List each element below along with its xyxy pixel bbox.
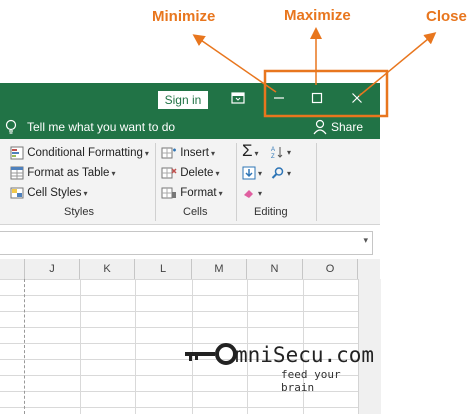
fill-button[interactable]: ▾	[242, 165, 262, 182]
chevron-down-icon: ▾	[218, 189, 223, 198]
cell-styles-button[interactable]: Cell Styles ▾	[10, 185, 88, 202]
format-label: Format	[180, 187, 217, 199]
chevron-down-icon: ▾	[258, 169, 263, 178]
chevron-down-icon: ▾	[144, 149, 149, 158]
formula-input[interactable]: ▾	[0, 231, 373, 255]
close-annotation: Close	[426, 8, 467, 25]
insert-button[interactable]: Insert ▾	[161, 145, 215, 162]
minimize-icon	[274, 97, 284, 99]
column-header[interactable]: L	[135, 259, 192, 279]
maximize-icon	[311, 92, 323, 104]
sigma-icon: Σ	[242, 141, 253, 160]
page-break-line	[24, 279, 25, 414]
find-select-button[interactable]: ▾	[271, 165, 291, 182]
close-button[interactable]	[345, 88, 369, 110]
delete-label: Delete	[180, 167, 214, 179]
column-line	[80, 279, 81, 414]
group-divider	[316, 143, 317, 221]
conditional-formatting-button[interactable]: Conditional Formatting ▾	[10, 145, 149, 162]
sign-in-button[interactable]: Sign in	[158, 91, 208, 109]
column-header[interactable]: M	[192, 259, 247, 279]
format-button[interactable]: Format ▾	[161, 185, 223, 202]
delete-button[interactable]: Delete ▾	[161, 165, 219, 182]
group-divider	[155, 143, 156, 221]
format-as-table-icon	[10, 166, 24, 180]
svg-text:A: A	[271, 147, 275, 153]
tell-me-bar: Tell me what you want to do Share	[0, 115, 380, 139]
sort-filter-button[interactable]: A Z ▾	[271, 144, 291, 161]
logo-text: mniSecu.com	[235, 343, 375, 367]
maximize-annotation: Maximize	[284, 7, 351, 24]
chevron-down-icon: ▾	[287, 169, 292, 178]
title-bar: Sign in	[0, 83, 380, 115]
ribbon-display-options-icon[interactable]	[226, 88, 250, 110]
format-as-table-button[interactable]: Format as Table ▾	[10, 165, 115, 182]
styles-group-label: Styles	[64, 206, 94, 218]
formula-bar-area: ▾	[0, 225, 380, 259]
fill-down-icon	[242, 166, 256, 180]
chevron-down-icon: ▾	[287, 148, 292, 157]
insert-label: Insert	[180, 147, 209, 159]
column-header[interactable]: K	[80, 259, 135, 279]
autosum-button[interactable]: Σ ▾	[242, 141, 259, 162]
column-header-partial[interactable]	[0, 259, 25, 279]
chevron-down-icon: ▾	[254, 149, 259, 158]
column-header[interactable]: N	[247, 259, 303, 279]
tell-me-input[interactable]: Tell me what you want to do	[27, 120, 175, 134]
cell-styles-label: Cell Styles	[27, 187, 82, 199]
chevron-down-icon: ▾	[111, 169, 116, 178]
key-icon	[185, 343, 237, 365]
person-icon	[313, 119, 327, 135]
format-cells-icon	[161, 187, 176, 199]
format-as-table-label: Format as Table	[27, 167, 110, 179]
delete-cells-icon	[161, 167, 177, 179]
cells-group-label: Cells	[183, 206, 208, 218]
minimize-annotation: Minimize	[152, 8, 216, 25]
lightbulb-icon	[5, 119, 17, 134]
editing-group-label: Editing	[254, 206, 288, 218]
ribbon: Conditional Formatting ▾ Format as Table ▾…	[0, 139, 380, 225]
close-icon	[352, 93, 362, 103]
conditional-formatting-icon	[10, 146, 24, 160]
column-header[interactable]: J	[25, 259, 80, 279]
column-header[interactable]: O	[303, 259, 358, 279]
omnisecu-logo: mniSecu.com feed your brain	[185, 343, 374, 394]
clear-button[interactable]: ▾	[242, 185, 262, 202]
chevron-down-icon: ▾	[258, 189, 263, 198]
chevron-down-icon[interactable]: ▾	[363, 235, 368, 246]
column-line	[135, 279, 136, 414]
sort-filter-icon: A Z	[271, 146, 283, 159]
column-headers: J K L M N O	[0, 259, 380, 280]
chevron-down-icon: ▾	[210, 149, 215, 158]
group-divider	[236, 143, 237, 221]
insert-cells-icon	[161, 147, 176, 159]
eraser-icon	[244, 189, 253, 198]
conditional-formatting-label: Conditional Formatting	[27, 147, 143, 159]
cell-styles-icon	[10, 187, 24, 199]
share-button[interactable]: Share	[331, 120, 363, 134]
chevron-down-icon: ▾	[83, 189, 88, 198]
logo-tagline: feed your brain	[281, 368, 341, 394]
magnifier-icon	[271, 167, 284, 179]
chevron-down-icon: ▾	[215, 169, 220, 178]
svg-text:Z: Z	[271, 154, 275, 159]
minimize-button[interactable]	[267, 88, 291, 110]
maximize-button[interactable]	[305, 88, 329, 110]
